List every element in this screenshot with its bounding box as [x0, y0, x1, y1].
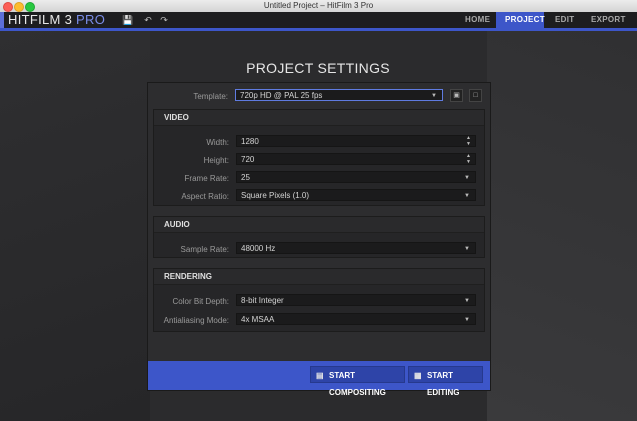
dialog-footer: ▤ START COMPOSITING ▦ START EDITING: [148, 361, 490, 397]
height-label: Height:: [203, 156, 229, 165]
aspect-ratio-select[interactable]: Square Pixels (1.0) ▼: [236, 189, 476, 201]
color-bit-depth-select[interactable]: 8-bit Integer ▼: [236, 294, 476, 306]
sample-rate-value: 48000 Hz: [241, 244, 276, 253]
redo-icon[interactable]: ↷: [158, 14, 170, 26]
tab-project[interactable]: PROJECT: [496, 12, 545, 28]
trash-icon: □: [473, 92, 478, 99]
color-bit-depth-value: 8-bit Integer: [241, 296, 284, 305]
chevron-down-icon: ▼: [464, 246, 470, 252]
project-settings-dialog: Template: 720p HD @ PAL 25 fps ▼ ▣ □ VID…: [147, 82, 491, 397]
width-value: 1280: [241, 137, 259, 146]
rendering-section: RENDERING Color Bit Depth: 8-bit Integer…: [153, 268, 485, 332]
sample-rate-select[interactable]: 48000 Hz ▼: [236, 242, 476, 254]
stepper-icon[interactable]: ▲ ▼: [466, 153, 471, 165]
chevron-down-icon: ▼: [464, 298, 470, 304]
zoom-window-button[interactable]: [25, 2, 35, 12]
video-section: VIDEO Width: 1280 ▲ ▼ Height: 720 ▲ ▼ Fram…: [153, 109, 485, 206]
video-section-header: VIDEO: [154, 110, 484, 126]
logo-pro-text: PRO: [76, 12, 106, 27]
frame-rate-select[interactable]: 25 ▼: [236, 171, 476, 183]
save-icon: ▣: [453, 92, 460, 99]
sample-rate-label: Sample Rate:: [180, 245, 229, 254]
template-value: 720p HD @ PAL 25 fps: [240, 91, 323, 100]
color-bit-depth-label: Color Bit Depth:: [172, 297, 229, 306]
app-logo: HITFILM 3 PRO: [8, 12, 105, 28]
chevron-down-icon: ▼: [464, 317, 470, 323]
antialiasing-value: 4x MSAA: [241, 315, 275, 324]
template-select[interactable]: 720p HD @ PAL 25 fps ▼: [235, 89, 443, 101]
chevron-down-icon: ▼: [464, 175, 470, 181]
antialiasing-select[interactable]: 4x MSAA ▼: [236, 313, 476, 325]
window-title: Untitled Project – HitFilm 3 Pro: [263, 1, 374, 10]
delete-template-button[interactable]: □: [469, 89, 482, 102]
dialog-title: PROJECT SETTINGS: [246, 60, 390, 76]
template-label: Template:: [193, 92, 228, 101]
tab-export[interactable]: EXPORT: [582, 12, 632, 28]
editing-icon: ▦: [414, 371, 422, 380]
rendering-section-header: RENDERING: [154, 269, 484, 285]
audio-section: AUDIO Sample Rate: 48000 Hz ▼: [153, 216, 485, 258]
save-icon[interactable]: 💾: [122, 14, 134, 26]
undo-icon[interactable]: ↶: [142, 14, 154, 26]
height-field[interactable]: 720 ▲ ▼: [236, 153, 476, 165]
aspect-ratio-label: Aspect Ratio:: [181, 192, 229, 201]
antialiasing-label: Antialiasing Mode:: [163, 316, 229, 325]
audio-section-header: AUDIO: [154, 217, 484, 233]
minimize-window-button[interactable]: [14, 2, 24, 12]
width-field[interactable]: 1280 ▲ ▼: [236, 135, 476, 147]
height-value: 720: [241, 155, 255, 164]
compositing-icon: ▤: [316, 371, 324, 380]
close-window-button[interactable]: [3, 2, 13, 12]
background-shape-left: [0, 31, 150, 421]
chevron-down-icon: ▼: [464, 193, 470, 199]
frame-rate-label: Frame Rate:: [184, 174, 229, 183]
logo-accent: [0, 12, 4, 28]
logo-main-text: HITFILM 3: [8, 12, 73, 27]
width-label: Width:: [206, 138, 229, 147]
tab-home[interactable]: HOME: [456, 12, 494, 28]
aspect-ratio-value: Square Pixels (1.0): [241, 191, 310, 200]
frame-rate-value: 25: [241, 173, 250, 182]
main-nav-tabs: HOME PROJECT EDIT EXPORT: [456, 12, 637, 28]
start-compositing-label: START COMPOSITING: [329, 371, 386, 397]
start-editing-label: START EDITING: [427, 371, 460, 397]
save-template-button[interactable]: ▣: [450, 89, 463, 102]
background-shape-right: [487, 31, 637, 421]
tab-edit[interactable]: EDIT: [546, 12, 582, 28]
app-header: HITFILM 3 PRO 💾 ↶ ↷ HOME PROJECT EDIT EX…: [0, 12, 637, 31]
start-compositing-button[interactable]: ▤ START COMPOSITING: [310, 366, 405, 397]
start-editing-button[interactable]: ▦ START EDITING: [408, 366, 483, 397]
stepper-icon[interactable]: ▲ ▼: [466, 135, 471, 147]
chevron-down-icon: ▼: [431, 93, 437, 99]
